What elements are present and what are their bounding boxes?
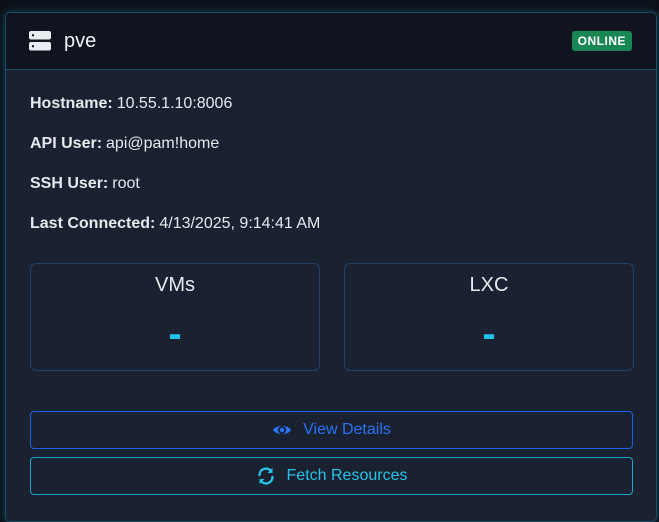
- api-user-row: API User: api@pam!home: [30, 135, 219, 153]
- ssh-user-label: SSH User:: [30, 175, 109, 192]
- last-connected-row: Last Connected: 4/13/2025, 9:14:41 AM: [30, 215, 320, 233]
- lxc-title: LXC: [469, 274, 509, 296]
- lxc-stat-box: LXC -: [344, 263, 634, 371]
- fetch-resources-button[interactable]: Fetch Resources: [30, 457, 633, 495]
- card-header: pve ONLINE: [6, 13, 656, 70]
- ssh-user-row: SSH User: root: [30, 175, 140, 193]
- node-card: pve ONLINE Hostname: 10.55.1.10:8006 API …: [5, 12, 657, 522]
- last-connected-value: 4/13/2025, 9:14:41 AM: [159, 215, 321, 232]
- fetch-resources-label: Fetch Resources: [286, 467, 408, 484]
- server-icon: [29, 31, 51, 51]
- eye-icon: [272, 420, 292, 440]
- ssh-user-value: root: [112, 175, 140, 192]
- hostname-label: Hostname:: [30, 95, 113, 112]
- vms-stat-box: VMs -: [30, 263, 320, 371]
- vms-count: -: [168, 312, 182, 356]
- last-connected-label: Last Connected:: [30, 215, 156, 232]
- api-user-label: API User:: [30, 135, 103, 152]
- refresh-icon: [256, 466, 276, 486]
- hostname-row: Hostname: 10.55.1.10:8006: [30, 95, 232, 113]
- node-name: pve: [64, 29, 97, 52]
- vms-title: VMs: [155, 274, 195, 296]
- api-user-value: api@pam!home: [106, 135, 220, 152]
- status-badge: ONLINE: [571, 31, 632, 51]
- lxc-count: -: [482, 312, 496, 356]
- hostname-value: 10.55.1.10:8006: [116, 95, 233, 112]
- view-details-button[interactable]: View Details: [30, 411, 633, 449]
- view-details-label: View Details: [303, 421, 391, 438]
